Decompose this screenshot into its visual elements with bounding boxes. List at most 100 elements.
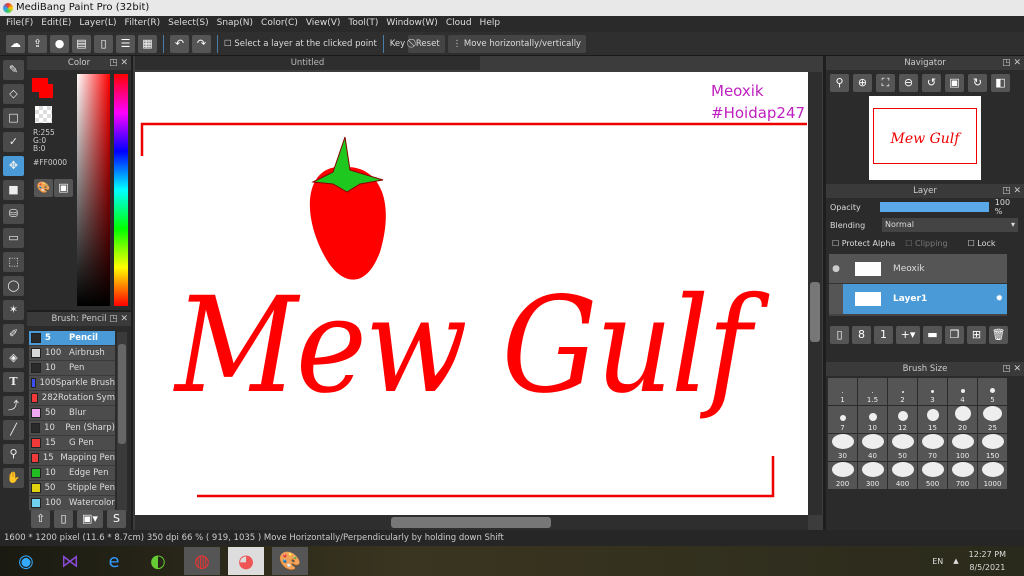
select-tool-icon[interactable]: ⬚ <box>3 252 24 272</box>
add-layer-menu-icon[interactable]: +▾ <box>896 326 920 344</box>
brush-size-cell[interactable]: 30 <box>828 434 857 461</box>
folder-icon[interactable]: ▬ <box>923 326 942 344</box>
brush-size-cell[interactable]: 700 <box>948 462 977 489</box>
brush-item[interactable]: 5 Pencil <box>29 331 115 346</box>
select-eraser-icon[interactable]: ◈ <box>3 348 24 368</box>
palette-icon[interactable]: 🎨 <box>34 179 53 197</box>
menu-item[interactable]: File(F) <box>4 16 39 32</box>
brush-size-cell[interactable]: 150 <box>978 434 1007 461</box>
menu-item[interactable]: Cloud <box>444 16 478 32</box>
fit-icon[interactable]: ⛶ <box>876 74 895 92</box>
material-icon[interactable]: ▦ <box>138 34 157 53</box>
paint-icon[interactable]: 🎨 <box>272 547 308 575</box>
brush-size-cell[interactable]: 1.5 <box>858 378 887 405</box>
blending-select[interactable]: Normal ▾ <box>882 218 1018 232</box>
gradient-tool-icon[interactable]: ▭ <box>3 228 24 248</box>
chrome-icon[interactable]: ◍ <box>184 547 220 575</box>
menu-item[interactable]: Edit(E) <box>39 16 77 32</box>
menu-item[interactable]: Window(W) <box>384 16 443 32</box>
zoom-in-icon[interactable]: ⊕ <box>853 74 872 92</box>
new-layer-icon[interactable]: ▯ <box>830 326 849 344</box>
fill-rect-tool-icon[interactable]: ■ <box>3 180 24 200</box>
brush-size-cell[interactable]: 1 <box>828 378 857 405</box>
menu-item[interactable]: Layer(L) <box>77 16 122 32</box>
coccoc-icon[interactable]: ◐ <box>140 547 176 575</box>
comment-icon[interactable]: ● <box>50 34 69 53</box>
brush-size-cell[interactable]: 40 <box>858 434 887 461</box>
brush-size-cell[interactable]: 50 <box>888 434 917 461</box>
brush-item[interactable]: 100 Airbrush <box>29 346 115 361</box>
menu-item[interactable]: View(V) <box>304 16 347 32</box>
brush-size-cell[interactable]: 400 <box>888 462 917 489</box>
redo-icon[interactable]: ↷ <box>192 34 211 53</box>
language-indicator[interactable]: EN <box>932 557 943 566</box>
merge-layer-icon[interactable]: ⊞ <box>967 326 986 344</box>
menu-item[interactable]: Snap(N) <box>215 16 259 32</box>
brush-item[interactable]: 15 Mapping Pen <box>29 451 115 466</box>
operation-tool-icon[interactable]: ⤴ <box>3 396 24 416</box>
brush-size-cell[interactable]: 500 <box>918 462 947 489</box>
new-8bit-layer-icon[interactable]: 8 <box>852 326 871 344</box>
menu-item[interactable]: Tool(T) <box>346 16 384 32</box>
brush-menu-icon[interactable]: ▣▾ <box>77 510 103 528</box>
move-tool-icon[interactable]: ✥ <box>3 156 24 176</box>
layer-settings-icon[interactable]: ✹ <box>995 294 1003 304</box>
eraser-tool-icon[interactable]: ◇ <box>3 84 24 104</box>
brush-size-cell[interactable]: 12 <box>888 406 917 433</box>
close-icon[interactable]: ◳ ✕ <box>109 312 128 326</box>
brush-item[interactable]: 50 Stipple Pen <box>29 481 115 496</box>
close-icon[interactable]: ◳ ✕ <box>1002 56 1021 70</box>
tray-arrow-icon[interactable]: ▲ <box>953 557 958 565</box>
select-layer-checkbox[interactable]: ☐ Select a layer at the clicked point <box>224 39 377 49</box>
menu-item[interactable]: Select(S) <box>166 16 215 32</box>
brush-item[interactable]: 15 G Pen <box>29 436 115 451</box>
brush-item[interactable]: 100 Watercolor <box>29 496 115 511</box>
share-icon[interactable]: ⇪ <box>28 34 47 53</box>
rect-tool-icon[interactable]: □ <box>3 108 24 128</box>
brush-size-cell[interactable]: 5 <box>978 378 1007 405</box>
brush-size-cell[interactable]: 70 <box>918 434 947 461</box>
flip-icon[interactable]: ◧ <box>991 74 1010 92</box>
close-icon[interactable]: ◳ ✕ <box>109 56 128 70</box>
brush-size-cell[interactable]: 10 <box>858 406 887 433</box>
brush-size-cell[interactable]: 300 <box>858 462 887 489</box>
brush-size-cell[interactable]: 3 <box>918 378 947 405</box>
brush-item[interactable]: 10 Edge Pen <box>29 466 115 481</box>
dot-tool-icon[interactable]: ✓ <box>3 132 24 152</box>
move-hv-button[interactable]: ⋮ Move horizontally/vertically <box>447 34 587 53</box>
delete-layer-icon[interactable]: 🗑 <box>989 326 1008 344</box>
vertical-scrollbar[interactable] <box>808 72 822 515</box>
opacity-slider[interactable] <box>879 202 989 212</box>
close-icon[interactable]: ◳ ✕ <box>1002 184 1021 198</box>
medibang-icon[interactable]: ◕ <box>228 547 264 575</box>
rotate-right-icon[interactable]: ↻ <box>968 74 987 92</box>
brush-size-cell[interactable]: 20 <box>948 406 977 433</box>
transparent-swatch[interactable] <box>35 106 52 123</box>
clock[interactable]: 12:27 PM 8/5/2021 <box>969 548 1006 574</box>
magic-wand-icon[interactable]: ✶ <box>3 300 24 320</box>
brush-item[interactable]: 100 Sparkle Brush <box>29 376 115 391</box>
lasso-tool-icon[interactable]: ◯ <box>3 276 24 296</box>
internet-explorer-icon[interactable]: e <box>96 547 132 575</box>
document-icon[interactable]: ▯ <box>94 34 113 53</box>
hand-tool-icon[interactable]: ✋ <box>3 468 24 488</box>
text-tool-icon[interactable]: T <box>3 372 24 392</box>
brush-item[interactable]: 10 Pen <box>29 361 115 376</box>
message-icon[interactable]: ▤ <box>72 34 91 53</box>
brush-scrollbar[interactable] <box>117 332 127 512</box>
cloud-brush-icon[interactable]: ⇧ <box>31 510 50 528</box>
divide-tool-icon[interactable]: ╱ <box>3 420 24 440</box>
palette-settings-icon[interactable]: ▣ <box>54 179 73 197</box>
new-brush-icon[interactable]: ▯ <box>54 510 73 528</box>
layer-row[interactable]: ● Meoxik <box>829 254 1007 284</box>
cloud-icon[interactable]: ☁ <box>6 34 25 53</box>
eyedropper-icon[interactable]: ⚲ <box>3 444 24 464</box>
document-tab[interactable]: Untitled <box>135 56 480 70</box>
menu-item[interactable]: Help <box>478 16 507 32</box>
close-icon[interactable]: ◳ ✕ <box>1002 362 1021 376</box>
hue-slider[interactable] <box>114 74 128 306</box>
reset-button[interactable]: ⃠ Reset <box>408 34 445 53</box>
lock-checkbox[interactable]: ☐ Lock <box>968 239 996 248</box>
brush-size-cell[interactable]: 1000 <box>978 462 1007 489</box>
rotate-left-icon[interactable]: ↺ <box>922 74 941 92</box>
